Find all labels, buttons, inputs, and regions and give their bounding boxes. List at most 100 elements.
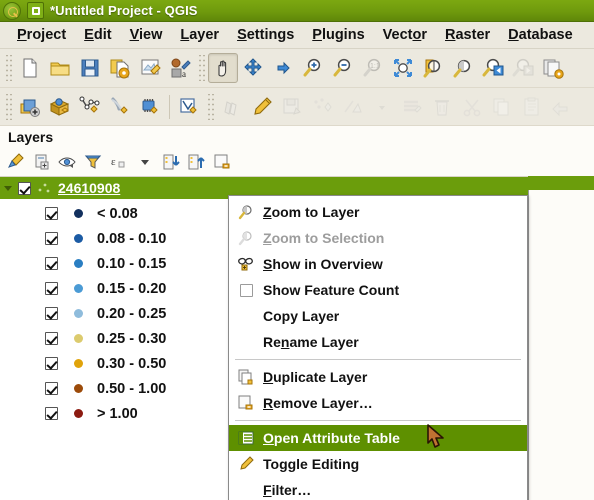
legend-label: 0.25 - 0.30: [97, 330, 167, 347]
expand-collapse-triangle-icon[interactable]: [0, 177, 16, 199]
legend-visibility-checkbox[interactable]: [45, 257, 58, 270]
zoom-native-icon[interactable]: 1:1: [358, 53, 388, 83]
menu-layer[interactable]: Layer: [171, 25, 228, 45]
ctx-item-zoom-to-layer[interactable]: Zoom to Layer: [229, 199, 527, 225]
style-layer-icon[interactable]: [4, 151, 28, 173]
pan-arrow-icon[interactable]: [268, 53, 298, 83]
menu-project[interactable]: Project: [8, 25, 75, 45]
window-title: *Untitled Project - QGIS: [50, 3, 198, 18]
style-manager-icon[interactable]: a: [165, 53, 195, 83]
new-print-layout-icon[interactable]: [135, 53, 165, 83]
collapse-all-icon[interactable]: [184, 151, 208, 173]
zoom-to-layer-icon[interactable]: [448, 53, 478, 83]
ctx-item-rename-layer[interactable]: Rename Layer: [229, 329, 527, 355]
ctx-item-filter[interactable]: Filter…: [229, 477, 527, 500]
legend-visibility-checkbox[interactable]: [45, 332, 58, 345]
legend-visibility-checkbox[interactable]: [45, 407, 58, 420]
menu-raster[interactable]: Raster: [436, 25, 499, 45]
menu-settings[interactable]: Settings: [228, 25, 303, 45]
svg-text:a: a: [182, 69, 186, 79]
toolbar-primary: a 1:1: [0, 49, 594, 88]
add-delimited-text-icon[interactable]: [75, 92, 105, 122]
legend-visibility-checkbox[interactable]: [45, 207, 58, 220]
ctx-item-copy-layer[interactable]: Copy Layer: [229, 303, 527, 329]
manage-visibility-icon[interactable]: [56, 151, 80, 173]
filter-expression-icon[interactable]: ε: [107, 151, 131, 173]
legend-color-swatch: [74, 284, 83, 293]
legend-visibility-checkbox[interactable]: [45, 232, 58, 245]
toolbar-handle[interactable]: [4, 93, 13, 120]
legend-label: 0.50 - 1.00: [97, 380, 167, 397]
modify-attributes-icon[interactable]: [397, 92, 427, 122]
chevron-down-icon[interactable]: [133, 151, 157, 173]
current-edits-icon[interactable]: [217, 92, 247, 122]
zoom-to-selection-icon[interactable]: [418, 53, 448, 83]
legend-visibility-checkbox[interactable]: [45, 282, 58, 295]
ctx-item-show-in-overview[interactable]: Show in Overview: [229, 251, 527, 277]
undo-icon[interactable]: [547, 92, 577, 122]
legend-label: 0.08 - 0.10: [97, 230, 167, 247]
remove-layer-icon: [237, 394, 255, 412]
menu-separator: [235, 420, 521, 421]
new-shapefile-icon[interactable]: [174, 92, 204, 122]
ctx-item-show-feature-count[interactable]: Show Feature Count: [229, 277, 527, 303]
add-group-icon[interactable]: [30, 151, 54, 173]
new-project-icon[interactable]: [15, 53, 45, 83]
menu-separator: [235, 359, 521, 360]
zoom-to-selection-icon: [237, 229, 255, 247]
pan-to-selection-icon[interactable]: [238, 53, 268, 83]
map-canvas[interactable]: [528, 176, 594, 500]
save-layer-edits-icon[interactable]: [277, 92, 307, 122]
copy-features-icon[interactable]: [487, 92, 517, 122]
refresh-icon[interactable]: [538, 53, 568, 83]
legend-visibility-checkbox[interactable]: [45, 382, 58, 395]
menu-view[interactable]: View: [121, 25, 172, 45]
ctx-item-remove-layer[interactable]: Remove Layer…: [229, 390, 527, 416]
zoom-last-icon[interactable]: [478, 53, 508, 83]
zoom-next-icon[interactable]: [508, 53, 538, 83]
filter-legend-icon[interactable]: [81, 151, 105, 173]
delete-selected-icon[interactable]: [427, 92, 457, 122]
zoom-out-icon[interactable]: [328, 53, 358, 83]
layer-visibility-checkbox[interactable]: [18, 181, 31, 195]
add-postgis-icon[interactable]: [135, 92, 165, 122]
save-project-as-icon[interactable]: [105, 53, 135, 83]
no-icon: [237, 333, 255, 351]
ctx-item-open-attribute-table[interactable]: Open Attribute Table: [229, 425, 527, 451]
toggle-editing-icon[interactable]: [247, 92, 277, 122]
legend-visibility-checkbox[interactable]: [45, 307, 58, 320]
add-feature-icon[interactable]: [307, 92, 337, 122]
open-project-icon[interactable]: [45, 53, 75, 83]
ctx-item-label: Duplicate Layer: [263, 369, 368, 385]
paste-features-icon[interactable]: [517, 92, 547, 122]
toolbar-handle[interactable]: [4, 55, 13, 81]
remove-layer-icon[interactable]: [210, 151, 234, 173]
menu-vector[interactable]: Vector: [374, 25, 436, 45]
ctx-item-duplicate-layer[interactable]: Duplicate Layer: [229, 364, 527, 390]
toolbar-handle[interactable]: [206, 93, 215, 120]
cut-features-icon[interactable]: [457, 92, 487, 122]
ctx-item-toggle-editing[interactable]: Toggle Editing: [229, 451, 527, 477]
zoom-full-icon[interactable]: [388, 53, 418, 83]
legend-visibility-checkbox[interactable]: [45, 357, 58, 370]
title-bar: *Untitled Project - QGIS: [0, 0, 594, 22]
node-tool-icon[interactable]: [337, 92, 367, 122]
menu-database[interactable]: Database: [499, 25, 582, 45]
toolbar-handle[interactable]: [197, 55, 206, 81]
layer-name-label: 24610908: [58, 180, 121, 196]
menu-edit[interactable]: Edit: [75, 25, 120, 45]
dropdown-arrow-icon[interactable]: [367, 92, 397, 122]
svg-text:ε: ε: [111, 156, 116, 168]
legend-color-swatch: [74, 384, 83, 393]
duplicate-layer-icon: [237, 368, 255, 386]
ctx-item-label: Rename Layer: [263, 334, 359, 350]
menu-plugins[interactable]: Plugins: [303, 25, 373, 45]
expand-all-icon[interactable]: [159, 151, 183, 173]
add-vector-layer-icon[interactable]: [15, 92, 45, 122]
add-spatialite-icon[interactable]: [105, 92, 135, 122]
zoom-in-icon[interactable]: [298, 53, 328, 83]
save-project-icon[interactable]: [75, 53, 105, 83]
add-raster-layer-icon[interactable]: [45, 92, 75, 122]
pan-map-icon[interactable]: [208, 53, 238, 83]
zoom-to-layer-icon: [237, 203, 255, 221]
